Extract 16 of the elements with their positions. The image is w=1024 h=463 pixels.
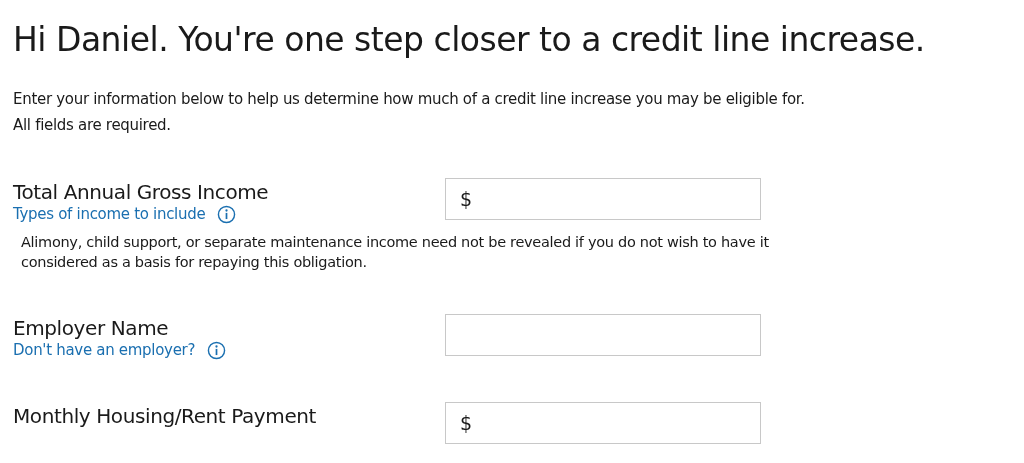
input-field[interactable]: $ bbox=[445, 178, 761, 220]
help-link[interactable]: Types of income to include bbox=[13, 204, 206, 224]
intro-text: Enter your information below to help us determine how much of a credit line increase you may be eligible for. bbox=[13, 89, 806, 110]
input-field[interactable]: $ bbox=[445, 402, 761, 444]
field-label: Total Annual Gross Income bbox=[13, 180, 270, 204]
help-link[interactable]: Don't have an employer? bbox=[13, 340, 196, 360]
intro-text: All fields are required. bbox=[13, 115, 172, 136]
input-field[interactable] bbox=[445, 314, 761, 356]
field-label: Employer Name bbox=[13, 316, 170, 340]
currency-prefix: $ bbox=[460, 410, 473, 436]
info-icon[interactable] bbox=[207, 340, 227, 360]
field-label: Monthly Housing/Rent Payment bbox=[13, 404, 317, 428]
page-heading: Hi Daniel. You're one step closer to a credit line increase. bbox=[13, 19, 926, 61]
field-note: Alimony, child support, or separate maintenance income need not be revealed if you do not wish to have it considered as a basis for repaying this obligation. bbox=[21, 233, 770, 272]
currency-prefix: $ bbox=[460, 186, 473, 212]
info-icon[interactable] bbox=[217, 204, 237, 224]
